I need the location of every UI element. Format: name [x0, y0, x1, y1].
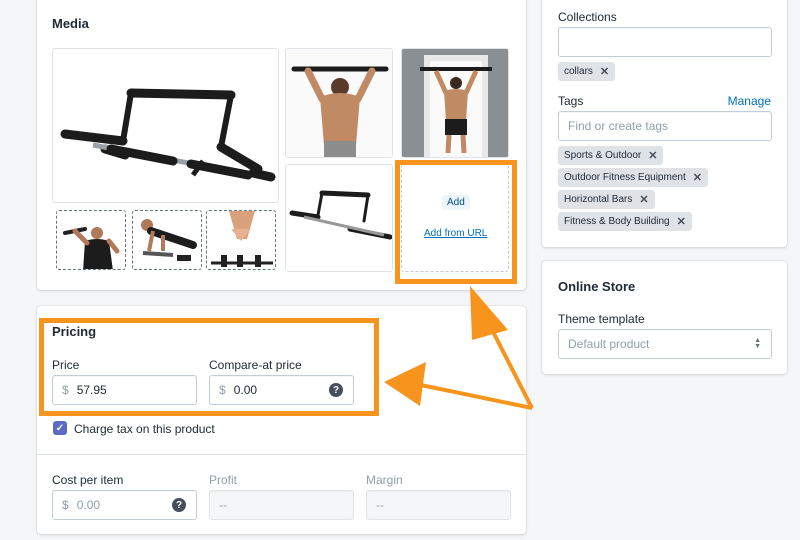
- tag-label: Sports & Outdoor: [564, 150, 642, 161]
- thumb-man-doing-pushups[interactable]: [132, 210, 202, 270]
- online-store-card: Online Store Theme template Default prod…: [542, 261, 787, 374]
- manage-tags-link[interactable]: Manage: [728, 94, 771, 108]
- divider: [37, 454, 526, 455]
- charge-tax-checkbox[interactable]: ✓: [53, 421, 67, 435]
- organization-card: Collections collars ✕ Tags Manage Find o…: [542, 0, 787, 247]
- theme-template-label: Theme template: [558, 312, 645, 326]
- collection-tag-label: collars: [564, 66, 593, 77]
- remove-tag-icon[interactable]: ✕: [677, 215, 686, 228]
- remove-tag-icon[interactable]: ✕: [693, 171, 702, 184]
- remove-tag-icon[interactable]: ✕: [600, 65, 609, 78]
- profit-value: --: [219, 498, 227, 512]
- highlight-box-add-media: [395, 160, 517, 284]
- theme-template-value: Default product: [568, 337, 650, 351]
- media-title: Media: [52, 16, 89, 31]
- tag-label: Fitness & Body Building: [564, 216, 670, 227]
- thumb-bar-parts[interactable]: [206, 210, 276, 270]
- charge-tax-label: Charge tax on this product: [74, 422, 215, 436]
- tags-input[interactable]: Find or create tags: [558, 111, 772, 141]
- tag-item: Horizontal Bars ✕: [558, 190, 655, 209]
- collection-tag-collars: collars ✕: [558, 62, 616, 81]
- cost-currency-prefix: $: [62, 498, 69, 512]
- tags-placeholder: Find or create tags: [568, 119, 669, 133]
- cost-per-item-label: Cost per item: [52, 473, 124, 487]
- tag-item: Sports & Outdoor ✕: [558, 146, 664, 165]
- online-store-title: Online Store: [558, 279, 636, 294]
- tags-label: Tags: [558, 94, 584, 108]
- tag-item: Outdoor Fitness Equipment ✕: [558, 168, 708, 187]
- help-icon[interactable]: ?: [172, 498, 186, 512]
- tag-item: Fitness & Body Building ✕: [558, 212, 692, 231]
- margin-value: --: [376, 498, 384, 512]
- theme-template-select[interactable]: Default product ▲ ▼: [558, 329, 772, 359]
- margin-label: Margin: [366, 473, 403, 487]
- select-arrows-icon: ▲ ▼: [754, 337, 761, 350]
- cost-placeholder: 0.00: [76, 498, 101, 512]
- tag-label: Horizontal Bars: [564, 194, 633, 205]
- thumb-man-hanging-in-doorway[interactable]: [401, 48, 509, 158]
- main-product-image[interactable]: [52, 48, 279, 203]
- thumb-pull-up-bar-side[interactable]: [285, 164, 393, 272]
- remove-tag-icon[interactable]: ✕: [648, 149, 657, 162]
- cost-per-item-input[interactable]: $ 0.00 ?: [52, 490, 197, 520]
- remove-tag-icon[interactable]: ✕: [639, 193, 648, 206]
- profit-label: Profit: [209, 473, 238, 487]
- collections-input[interactable]: [558, 27, 772, 57]
- tag-label: Outdoor Fitness Equipment: [564, 172, 686, 183]
- profit-field: --: [209, 490, 354, 520]
- collections-label: Collections: [558, 10, 617, 24]
- margin-field: --: [366, 490, 511, 520]
- thumb-man-pull-up-back[interactable]: [285, 48, 393, 158]
- thumb-man-using-bar-front[interactable]: [56, 210, 126, 270]
- highlight-box-pricing: [39, 318, 379, 416]
